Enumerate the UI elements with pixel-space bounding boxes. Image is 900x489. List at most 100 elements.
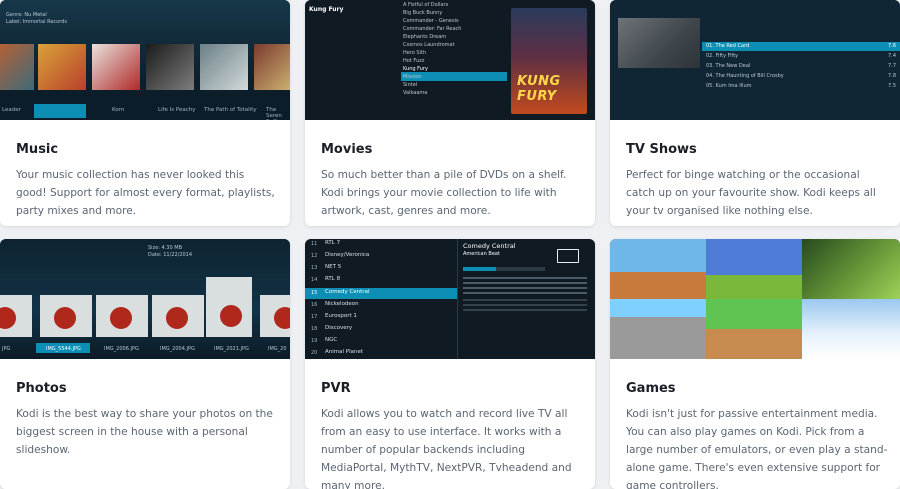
card-description: Kodi isn't just for passive entertainmen…: [626, 408, 888, 489]
episode-title[interactable]: 04. The Haunting of Bill Crosby: [706, 73, 784, 79]
card-title: Music: [16, 142, 59, 157]
tv-icon: [557, 249, 579, 263]
photo-thumbnail: [0, 295, 32, 337]
channel-name[interactable]: Disney/Veronica: [325, 252, 369, 258]
game-screenshot-tile: [706, 299, 802, 359]
strip-label: The Seren Suffer: [266, 107, 282, 120]
album-cover: [200, 44, 248, 90]
channel-name[interactable]: Discovery: [325, 325, 352, 331]
episode-rating: 7.8: [888, 73, 896, 79]
episode-rating: 7.5: [888, 83, 896, 89]
card-description: Kodi allows you to watch and record live…: [321, 408, 572, 489]
channel-name[interactable]: RTL 7: [325, 240, 340, 246]
games-card[interactable]: Games Kodi isn't just for passive entert…: [610, 239, 900, 489]
movie-heading: Kung Fury: [309, 6, 344, 13]
movie-poster: KUNG FURY: [511, 8, 587, 114]
movie-list-item[interactable]: Valkaama: [403, 90, 507, 98]
album-cover: [146, 44, 194, 90]
episode-title[interactable]: 03. The New Deal: [706, 63, 750, 69]
program-title: American Beat: [463, 251, 500, 257]
music-card[interactable]: Genre: Nu Metal Label: Immortal Records …: [0, 0, 290, 226]
photo-label: IMG_2021.JPG: [214, 346, 249, 352]
photo-label: JPG: [2, 346, 11, 352]
movie-list-item[interactable]: Sintel: [403, 82, 507, 90]
album-cover: [92, 44, 140, 90]
movie-list-item[interactable]: Kung Fury: [403, 66, 507, 74]
movie-list-item[interactable]: Elephants Dream: [403, 34, 507, 42]
strip-label: Life Is Peachy: [158, 107, 196, 113]
card-title: Movies: [321, 142, 373, 157]
card-description: So much better than a pile of DVDs on a …: [321, 169, 567, 217]
card-title: TV Shows: [626, 142, 697, 157]
poster-title: KUNG FURY: [517, 74, 561, 104]
episode-title[interactable]: 02. Fifty Fifty: [706, 53, 738, 59]
episode-rating: 7.6: [888, 43, 896, 49]
movie-list-item[interactable]: Cosmos Laundromat: [403, 42, 507, 50]
episode-rating: 7.4: [888, 53, 896, 59]
tv-shows-card[interactable]: 01. The Red Card 7.6 02. Fifty Fifty 7.4…: [610, 0, 900, 226]
photos-card[interactable]: Size: 4.30 MB Date: 11/22/2014 JPG IMG_5…: [0, 239, 290, 489]
photo-label: IMG_2004.JPG: [160, 346, 195, 352]
movie-list-item[interactable]: Hot Fuzz: [403, 58, 507, 66]
strip-label: The Path of Totality: [204, 107, 257, 113]
photos-screenshot: Size: 4.30 MB Date: 11/22/2014 JPG IMG_5…: [0, 239, 290, 359]
channel-name[interactable]: NGC: [325, 337, 337, 343]
photo-info-line: Size: 4.30 MB: [148, 245, 183, 251]
album-cover: [254, 44, 290, 90]
photo-info-line: Date: 11/22/2014: [148, 252, 193, 258]
movie-list-item[interactable]: Commander: Far Reach: [403, 26, 507, 34]
episode-title[interactable]: 01. The Red Card: [706, 43, 749, 49]
photo-thumbnail: [40, 295, 92, 337]
movies-screenshot: Kung Fury A Fistful of Dollars Big Buck …: [305, 0, 595, 120]
card-description: Your music collection has never looked t…: [16, 169, 275, 217]
music-strip: Leader Korn Life Is Peachy The Path of T…: [0, 102, 290, 120]
game-screenshot-tile: [802, 239, 900, 299]
photo-label: IMG_20: [268, 346, 287, 352]
game-screenshot-tile: [610, 239, 706, 299]
channel-name[interactable]: Eurosport 1: [325, 313, 357, 319]
movie-list-item[interactable]: Hero Sith: [403, 50, 507, 58]
photo-thumbnail: [260, 295, 290, 337]
game-screenshot-tile: [706, 239, 802, 299]
music-info-line: Label: Immortal Records: [6, 19, 67, 25]
photo-thumbnail: [96, 295, 148, 337]
card-description: Perfect for binge watching or the occasi…: [626, 169, 876, 217]
game-screenshot-tile: [610, 299, 706, 359]
channel-name[interactable]: NET 5: [325, 264, 341, 270]
progress-bar: [463, 267, 545, 271]
photo-thumbnail: [152, 295, 204, 337]
card-description: Kodi is the best way to share your photo…: [16, 408, 273, 456]
channel-name[interactable]: Comedy Central: [325, 289, 369, 295]
photo-thumbnail: [206, 277, 252, 337]
pvr-divider: [457, 239, 458, 359]
music-info-line: Genre: Nu Metal: [6, 12, 47, 18]
strip-label: Korn: [112, 107, 125, 113]
episode-list: 01. The Red Card 7.6 02. Fifty Fifty 7.4…: [706, 42, 896, 92]
channel-name[interactable]: Nickelodeon: [325, 301, 359, 307]
photo-label: IMG_2006.JPG: [104, 346, 139, 352]
games-screenshot: [610, 239, 900, 359]
card-title: PVR: [321, 381, 351, 396]
strip-label: Leader: [2, 107, 21, 113]
tv-shows-screenshot: 01. The Red Card 7.6 02. Fifty Fifty 7.4…: [610, 0, 900, 120]
music-screenshot: Genre: Nu Metal Label: Immortal Records …: [0, 0, 290, 120]
episode-title[interactable]: 05. Kum Ima Illum: [706, 83, 752, 89]
channel-name[interactable]: RTL 8: [325, 276, 340, 282]
selected-strip-item: [34, 104, 86, 118]
photo-label: IMG_5544.JPG: [46, 346, 81, 352]
pvr-card[interactable]: 11 RTL 7 12 Disney/Veronica 13 NET 5 14 RTL …: [305, 239, 595, 489]
pvr-screenshot: 11 RTL 7 12 Disney/Veronica 13 NET 5 14 RTL …: [305, 239, 595, 359]
game-screenshot-tile: [802, 299, 900, 359]
movie-list: A Fistful of Dollars Big Buck Bunny Comm…: [403, 2, 507, 98]
program-channel: Comedy Central: [463, 242, 516, 250]
movie-list-item[interactable]: Big Buck Bunny: [403, 10, 507, 18]
movies-card[interactable]: Kung Fury A Fistful of Dollars Big Buck …: [305, 0, 595, 226]
movie-list-item[interactable]: Mission: [403, 74, 507, 82]
album-cover: [38, 44, 86, 90]
card-title: Games: [626, 381, 676, 396]
movie-list-item[interactable]: A Fistful of Dollars: [403, 2, 507, 10]
episode-thumbnail: [618, 18, 700, 68]
card-title: Photos: [16, 381, 67, 396]
channel-name[interactable]: Animal Planet: [325, 349, 363, 355]
movie-list-item[interactable]: Commander - Genesis: [403, 18, 507, 26]
